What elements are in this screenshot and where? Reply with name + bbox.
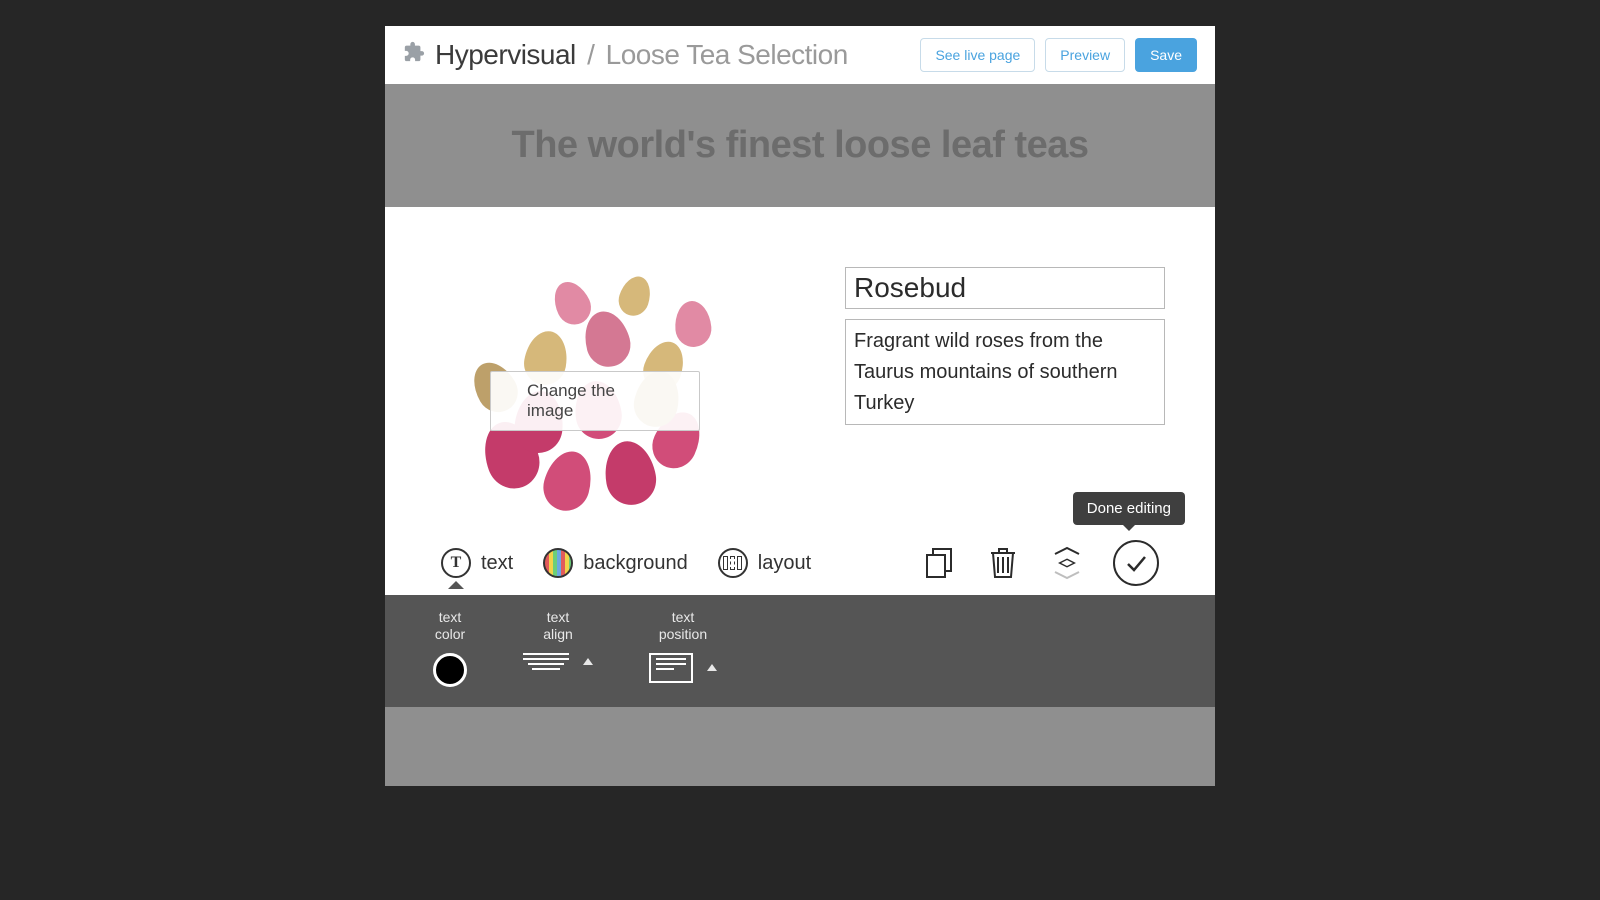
breadcrumb: Hypervisual / Loose Tea Selection: [435, 39, 848, 71]
delete-button[interactable]: [985, 545, 1021, 581]
breadcrumb-separator: /: [587, 39, 594, 70]
chevron-down-icon: [1053, 570, 1081, 580]
tab-text-label: text: [481, 552, 513, 575]
tab-text[interactable]: T text: [441, 548, 513, 578]
text-position-label: textposition: [659, 609, 707, 643]
app-window: Hypervisual / Loose Tea Selection See li…: [385, 26, 1215, 786]
block-toolbar: T text background layout: [385, 531, 1215, 595]
block-action-icons: [921, 540, 1159, 586]
change-image-button[interactable]: Change the image: [490, 371, 700, 431]
app-name: Hypervisual: [435, 39, 576, 70]
puzzle-icon: [403, 41, 425, 69]
text-color-control: textcolor: [433, 609, 467, 687]
chevron-up-icon: [1053, 546, 1081, 556]
text-position-control: textposition: [649, 609, 717, 683]
preview-button[interactable]: Preview: [1045, 38, 1125, 72]
app-header: Hypervisual / Loose Tea Selection See li…: [385, 26, 1215, 84]
reorder-button[interactable]: [1049, 545, 1085, 581]
hero-section: The world's finest loose leaf teas: [385, 84, 1215, 207]
text-color-swatch[interactable]: [433, 653, 467, 687]
done-editing-tooltip: Done editing: [1073, 492, 1185, 525]
text-align-control: textalign: [523, 609, 593, 670]
text-sub-toolbar: textcolor textalign textposition: [385, 595, 1215, 707]
background-icon: [543, 548, 573, 578]
editor-block: Change the image Done editing T text bac…: [385, 207, 1215, 595]
check-icon: [1124, 551, 1148, 575]
tab-layout-label: layout: [758, 552, 811, 575]
header-title-group: Hypervisual / Loose Tea Selection: [403, 39, 848, 71]
see-live-page-button[interactable]: See live page: [920, 38, 1035, 72]
page-name: Loose Tea Selection: [606, 39, 848, 70]
tab-background[interactable]: background: [543, 548, 688, 578]
hero-headline: The world's finest loose leaf teas: [512, 124, 1089, 167]
text-position-selector[interactable]: [649, 653, 693, 683]
title-input[interactable]: [845, 267, 1165, 309]
text-position-caret-icon[interactable]: [707, 664, 717, 671]
text-align-selector[interactable]: [523, 653, 569, 670]
diamond-icon: [1054, 558, 1080, 568]
text-align-caret-icon[interactable]: [583, 658, 593, 665]
layout-icon: [718, 548, 748, 578]
tab-background-label: background: [583, 552, 688, 575]
description-input[interactable]: [845, 319, 1165, 425]
header-actions: See live page Preview Save: [920, 38, 1197, 72]
text-color-label: textcolor: [435, 609, 465, 643]
tab-layout[interactable]: layout: [718, 548, 811, 578]
text-align-label: textalign: [543, 609, 573, 643]
text-icon: T: [441, 548, 471, 578]
done-editing-button[interactable]: [1113, 540, 1159, 586]
duplicate-button[interactable]: [921, 545, 957, 581]
save-button[interactable]: Save: [1135, 38, 1197, 72]
